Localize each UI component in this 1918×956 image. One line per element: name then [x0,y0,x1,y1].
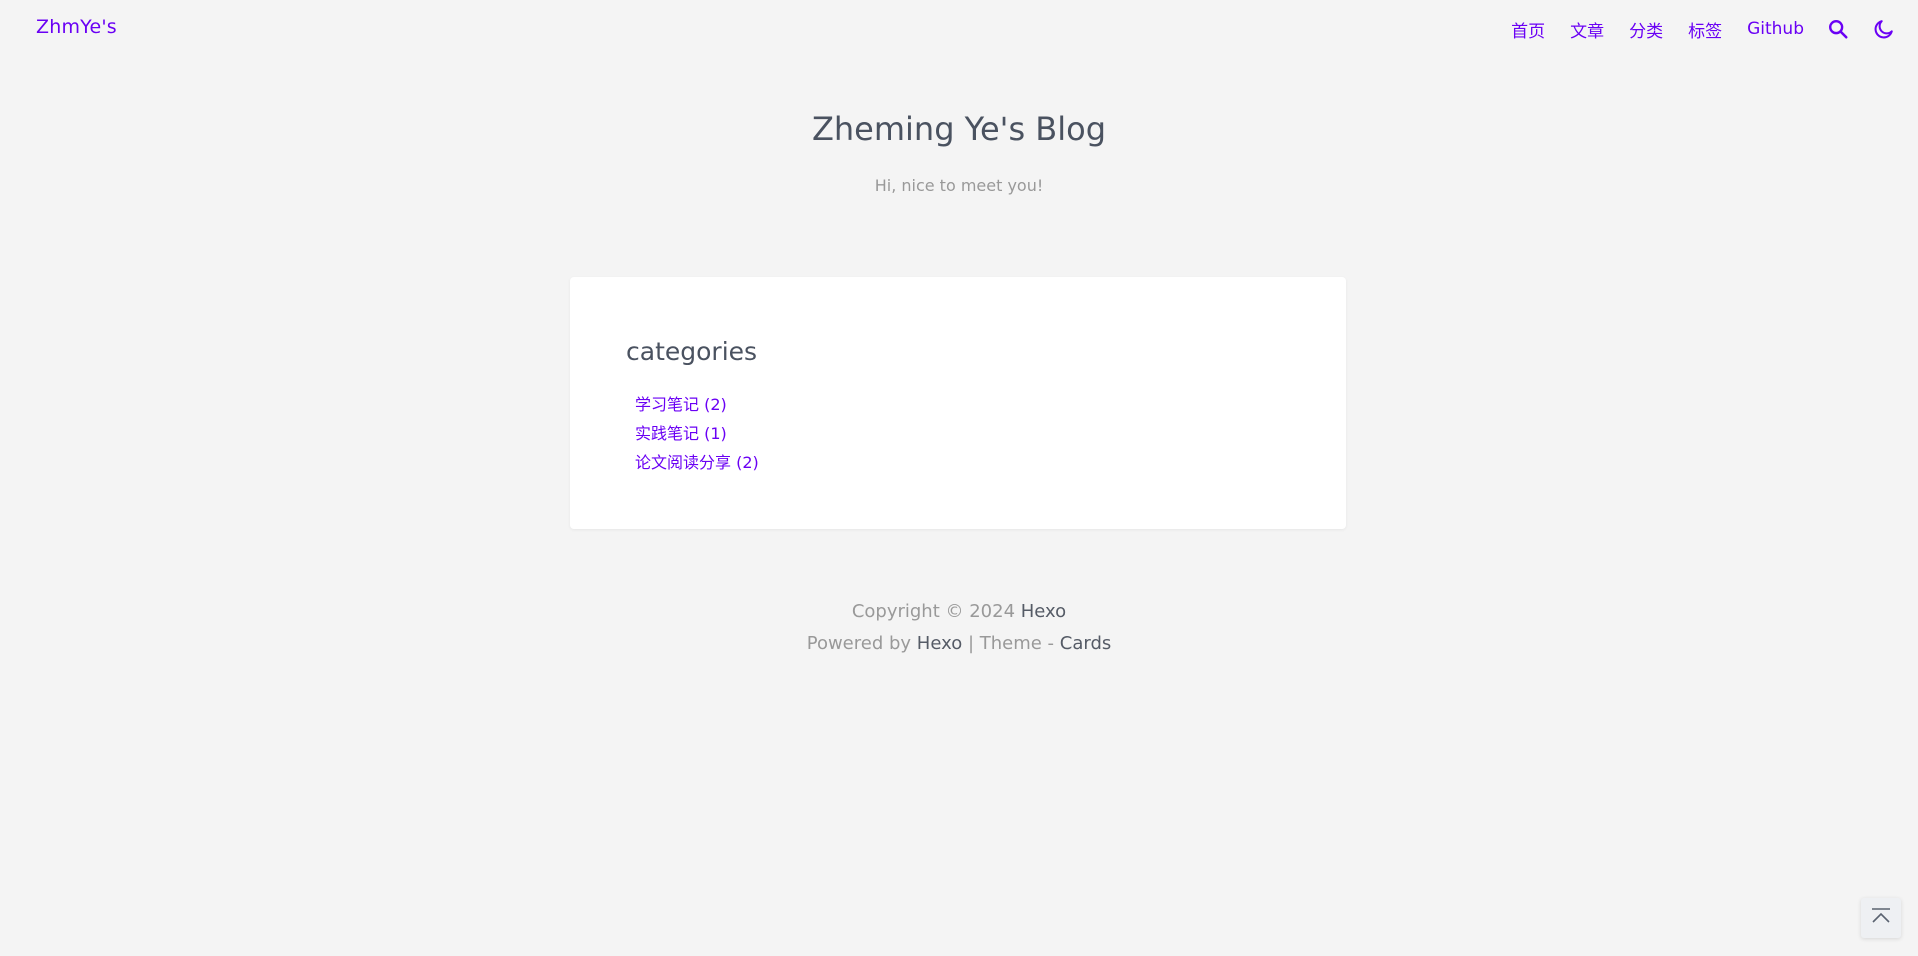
nav-link-tags[interactable]: 标签 [1688,17,1722,42]
arrow-up-to-top-icon [1870,907,1892,929]
back-to-top-button[interactable] [1861,898,1901,938]
copyright-text: Copyright © 2024 [851,601,1016,622]
theme-separator: | Theme - [967,633,1055,654]
nav-link-github[interactable]: Github [1747,19,1804,39]
search-icon[interactable] [1826,17,1850,41]
site-subtitle: Hi, nice to meet you! [874,176,1044,195]
footer: Copyright © 2024 Hexo Powered by Hexo | … [0,596,1918,660]
category-item-study-notes[interactable]: 学习笔记 (2) [635,390,759,419]
powered-line: Powered by Hexo | Theme - Cards [0,628,1918,660]
nav-link-articles[interactable]: 文章 [1570,17,1604,42]
card-title: categories [626,337,758,366]
copyright-line: Copyright © 2024 Hexo [0,596,1918,628]
categories-card: categories 学习笔记 (2) 实践笔记 (1) 论文阅读分享 (2) [570,277,1346,529]
nav-link-categories[interactable]: 分类 [1629,17,1663,42]
category-item-practice-notes[interactable]: 实践笔记 (1) [635,419,759,448]
copyright-hexo-link[interactable]: Hexo [1021,601,1066,622]
category-list: 学习笔记 (2) 实践笔记 (1) 论文阅读分享 (2) [635,390,759,477]
moon-icon[interactable] [1872,17,1896,41]
category-item-paper-reading[interactable]: 论文阅读分享 (2) [635,448,759,477]
theme-cards-link[interactable]: Cards [1060,633,1112,654]
nav-link-home[interactable]: 首页 [1511,17,1545,42]
nav-links: 首页 文章 分类 标签 Github [1486,0,1918,58]
top-navigation: ZhmYe's 首页 文章 分类 标签 Github [0,0,1918,58]
brand-link[interactable]: ZhmYe's [36,16,117,38]
site-title: Zheming Ye's Blog [811,110,1107,148]
powered-hexo-link[interactable]: Hexo [917,633,962,654]
powered-text: Powered by [806,633,912,654]
